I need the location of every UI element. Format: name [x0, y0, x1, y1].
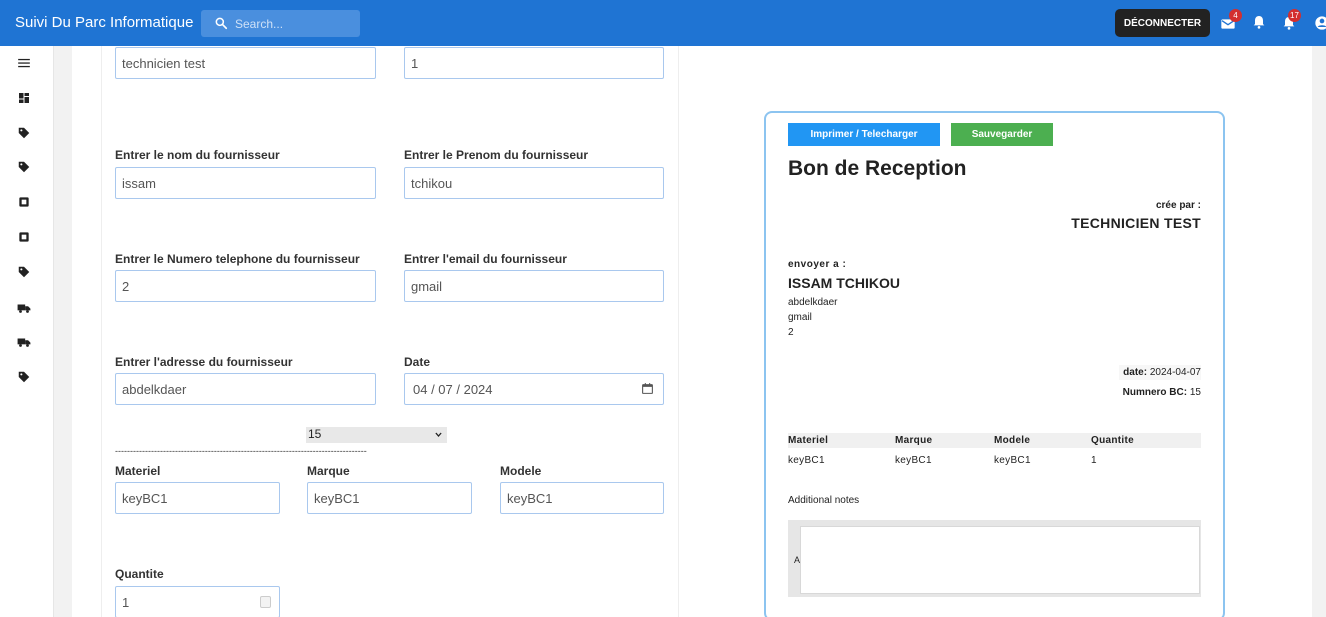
- print-download-button[interactable]: Imprimer / Telecharger: [788, 123, 940, 146]
- account-icon[interactable]: [1314, 15, 1326, 31]
- notes-label: Additional notes: [788, 495, 860, 506]
- supplier-lastname-field[interactable]: [115, 167, 376, 199]
- supplier-firstname-field[interactable]: [404, 167, 664, 199]
- tag-icon[interactable]: [17, 370, 31, 384]
- table-cell-quantite: 1: [1091, 455, 1097, 466]
- search-input[interactable]: [235, 10, 355, 37]
- number-field[interactable]: [404, 47, 664, 79]
- table-cell-modele: keyBC1: [994, 455, 1031, 466]
- modele-label: Modele: [500, 464, 542, 478]
- supplier-phone-field[interactable]: [115, 270, 376, 302]
- created-by-label: crée par :: [1155, 200, 1201, 211]
- bc-number-select[interactable]: 15: [306, 427, 447, 443]
- notes-textarea[interactable]: [800, 526, 1200, 594]
- supplier-email-label: Entrer l'email du fournisseur: [404, 252, 567, 266]
- modele-field[interactable]: [500, 482, 664, 514]
- receipt-bc-row: Numnero BC: 15: [1119, 385, 1201, 400]
- tag-icon[interactable]: [17, 265, 31, 279]
- tag-icon[interactable]: [17, 160, 31, 174]
- receipt-bc-value: 15: [1189, 387, 1201, 398]
- chip-icon[interactable]: [17, 230, 31, 244]
- date-label: Date: [404, 355, 431, 369]
- technician-field[interactable]: [115, 47, 376, 79]
- supplier-email-field[interactable]: [404, 270, 664, 302]
- notifications-badge: 17: [1288, 9, 1301, 22]
- chip-icon[interactable]: [17, 195, 31, 209]
- recipient-address: abdelkdaer: [788, 297, 838, 308]
- marque-label: Marque: [307, 464, 350, 478]
- chevron-down-icon: [435, 432, 442, 437]
- receipt-bc-key: Numnero BC:: [1122, 387, 1188, 398]
- truck-icon[interactable]: [17, 335, 31, 349]
- created-by-value: TECHNICIEN TEST: [1071, 215, 1201, 231]
- recipient-phone: 2: [788, 327, 794, 338]
- quantite-label: Quantite: [115, 567, 164, 581]
- quantity-stepper[interactable]: [260, 596, 271, 608]
- save-button[interactable]: Sauvegarder: [951, 123, 1053, 146]
- materiel-field[interactable]: [115, 482, 280, 514]
- menu-icon[interactable]: [17, 56, 31, 70]
- table-header-marque: Marque: [895, 435, 933, 446]
- table-header-modele: Modele: [994, 435, 1031, 446]
- supplier-lastname-label: Entrer le nom du fournisseur: [115, 148, 280, 162]
- date-field[interactable]: [404, 373, 664, 405]
- materiel-label: Materiel: [115, 464, 161, 478]
- tag-icon[interactable]: [17, 126, 31, 140]
- search-box[interactable]: [201, 10, 360, 37]
- table-header-quantite: Quantite: [1091, 435, 1134, 446]
- receipt-date-row: date: 2024-04-07: [1119, 365, 1201, 380]
- sidebar: [0, 46, 54, 617]
- supplier-firstname-label: Entrer le Prenom du fournisseur: [404, 148, 589, 162]
- supplier-address-label: Entrer l'adresse du fournisseur: [115, 355, 293, 369]
- search-icon: [215, 17, 228, 30]
- receipt-title: Bon de Reception: [788, 157, 967, 180]
- supplier-form-panel: [101, 46, 679, 617]
- top-app-bar: Suivi Du Parc Informatique DÉCONNECTER 4…: [0, 0, 1326, 46]
- dashboard-icon[interactable]: [18, 92, 30, 104]
- recipient-name: ISSAM TCHIKOU: [788, 275, 900, 291]
- truck-icon[interactable]: [17, 301, 31, 315]
- table-cell-marque: keyBC1: [895, 455, 932, 466]
- table-cell-materiel: keyBC1: [788, 455, 825, 466]
- table-header-materiel: Materiel: [788, 435, 829, 446]
- logout-button[interactable]: DÉCONNECTER: [1115, 9, 1210, 37]
- quantite-field[interactable]: [115, 586, 280, 617]
- recipient-email: gmail: [788, 312, 812, 323]
- app-title: Suivi Du Parc Informatique: [15, 14, 194, 31]
- sent-to-label: envoyer a :: [788, 259, 847, 270]
- bc-select-value: 15: [308, 427, 322, 441]
- separator-line: ----------------------------------------…: [115, 446, 367, 456]
- bell-icon[interactable]: [1251, 14, 1267, 30]
- calendar-icon[interactable]: [641, 382, 654, 395]
- receipt-date-key: date:: [1123, 367, 1148, 378]
- supplier-address-field[interactable]: [115, 373, 376, 405]
- mail-badge: 4: [1229, 9, 1242, 22]
- receipt-date-value: 2024-04-07: [1149, 367, 1201, 378]
- marque-field[interactable]: [307, 482, 472, 514]
- supplier-phone-label: Entrer le Numero telephone du fournisseu…: [115, 252, 360, 266]
